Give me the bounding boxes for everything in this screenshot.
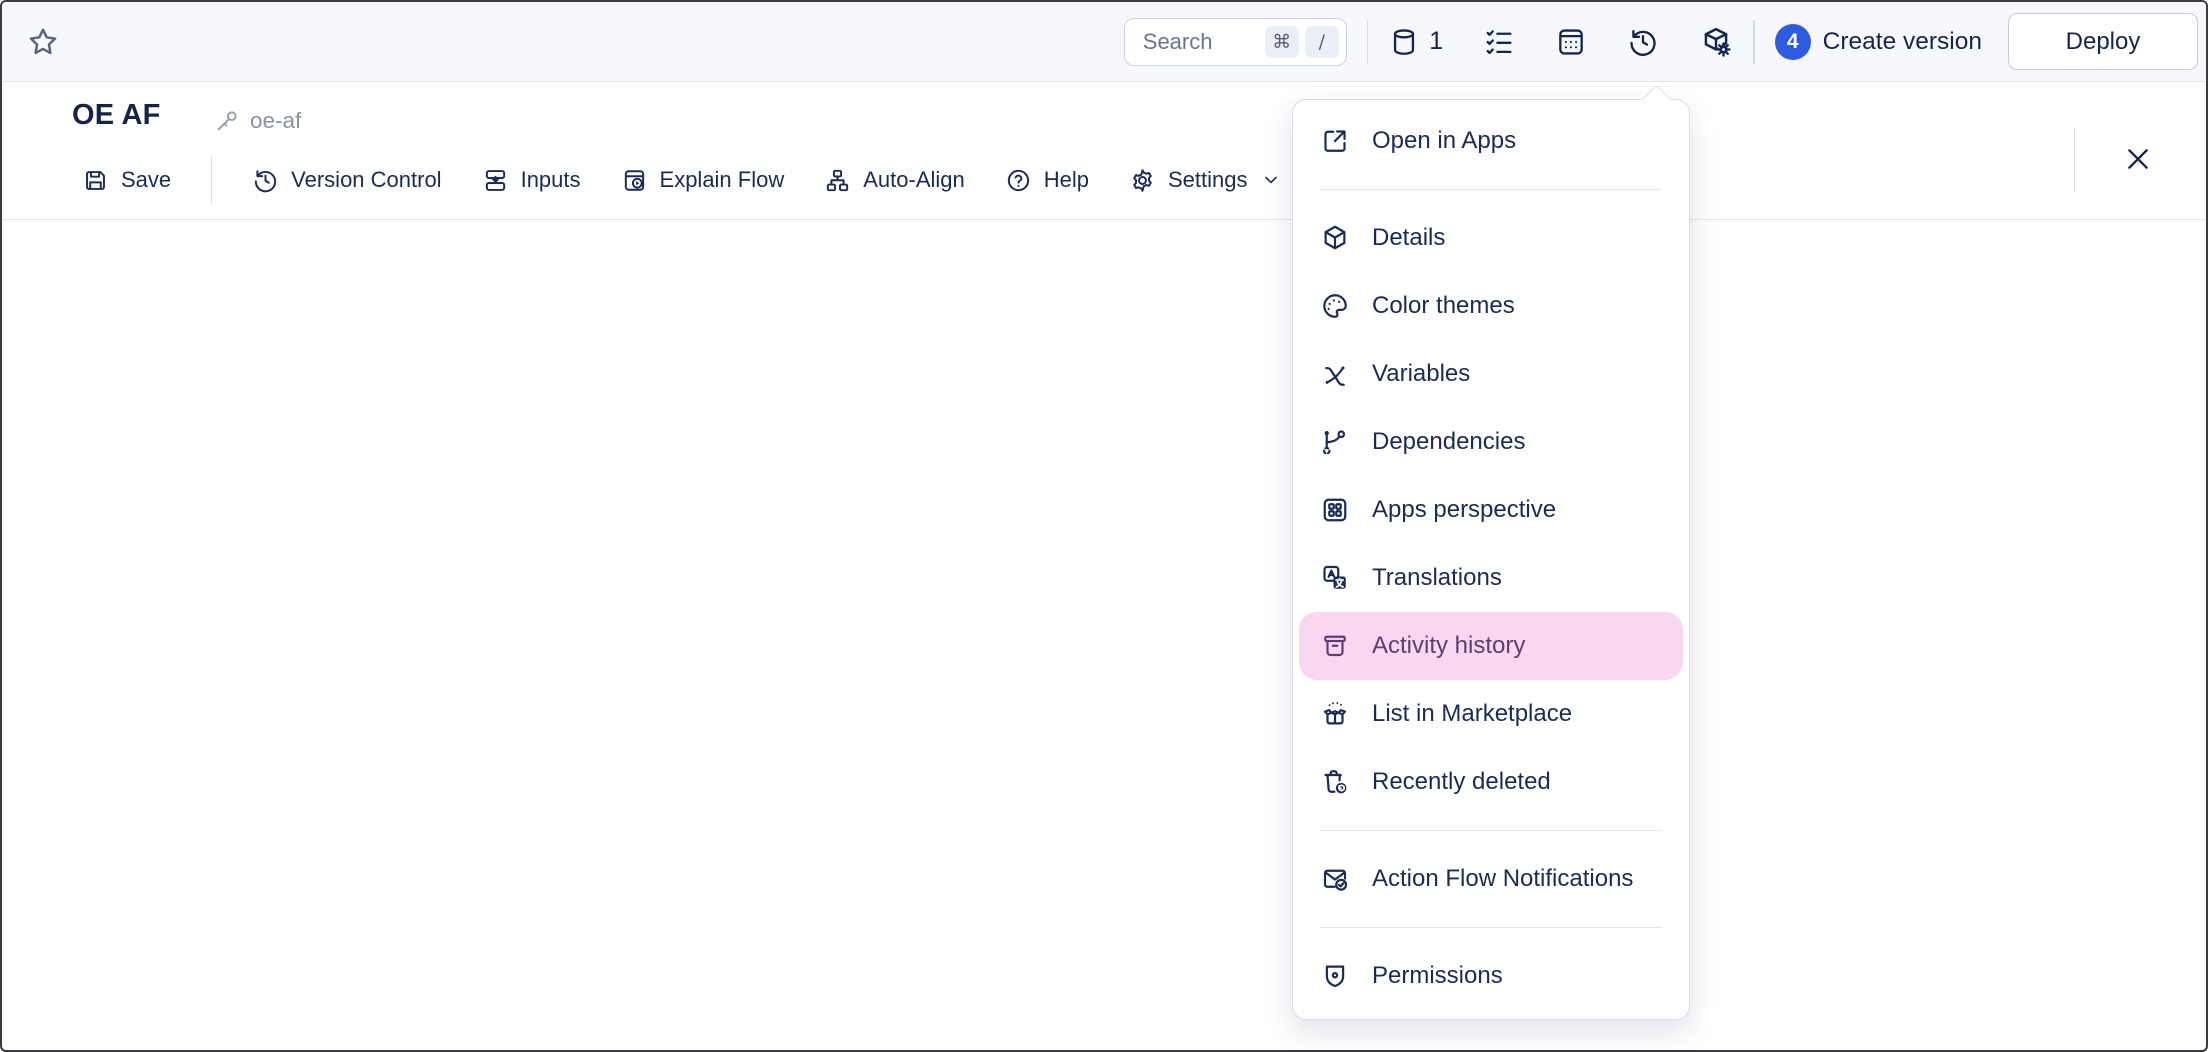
deploy-button[interactable]: Deploy	[2008, 13, 2198, 70]
menu-item-label: Color themes	[1372, 292, 1515, 320]
cube-gear-icon	[1699, 25, 1733, 59]
settings-dropdown-menu: Open in Apps Details Color themes	[1292, 99, 1690, 1020]
archive-box-icon	[1320, 631, 1350, 661]
menu-item-label: Variables	[1372, 360, 1470, 388]
toolbar-divider	[211, 157, 212, 203]
menu-item-label: Details	[1372, 224, 1445, 252]
topbar-divider	[1367, 20, 1369, 64]
create-version-label: Create version	[1823, 28, 1982, 56]
top-bar-right: ⌘ / 1	[1124, 13, 2200, 70]
shortcut-slash-badge: /	[1305, 26, 1339, 58]
menu-divider	[1320, 927, 1662, 928]
flow-header: OE AF oe-af Save	[2, 83, 2206, 220]
save-button[interactable]: Save	[82, 167, 171, 194]
menu-item-label: List in Marketplace	[1372, 700, 1572, 728]
database-count-button[interactable]: 1	[1388, 26, 1443, 58]
cube-icon	[1320, 223, 1350, 253]
variables-icon	[1320, 359, 1350, 389]
menu-item-activity-history[interactable]: Activity history	[1299, 612, 1683, 680]
menu-item-label: Apps perspective	[1372, 496, 1556, 524]
history-button[interactable]	[1627, 26, 1659, 58]
help-button[interactable]: Help	[1005, 167, 1089, 194]
menu-item-recently-deleted[interactable]: Recently deleted	[1293, 748, 1689, 816]
dependencies-icon	[1320, 427, 1350, 457]
help-icon	[1005, 167, 1032, 194]
database-count: 1	[1429, 27, 1443, 56]
mail-check-icon	[1320, 864, 1350, 894]
palette-icon	[1320, 291, 1350, 321]
menu-item-label: Activity history	[1372, 632, 1525, 660]
app-settings-button[interactable]	[1699, 25, 1733, 59]
settings-label: Settings	[1168, 167, 1248, 193]
external-link-icon	[1320, 126, 1350, 156]
shield-icon	[1320, 961, 1350, 991]
menu-divider	[1320, 830, 1662, 831]
history-clock-icon	[1627, 26, 1659, 58]
chevron-down-icon	[1260, 169, 1282, 191]
checklist-button[interactable]	[1483, 26, 1515, 58]
version-history-icon	[252, 167, 279, 194]
database-icon	[1388, 26, 1420, 58]
marketplace-box-icon	[1320, 699, 1350, 729]
inputs-icon	[482, 167, 509, 194]
top-bar: ⌘ / 1	[2, 2, 2206, 82]
star-icon	[26, 25, 60, 59]
menu-item-label: Recently deleted	[1372, 768, 1551, 796]
close-icon	[2122, 143, 2154, 175]
close-button[interactable]	[2122, 143, 2154, 175]
search-box[interactable]: ⌘ /	[1124, 18, 1347, 66]
menu-item-list-in-marketplace[interactable]: List in Marketplace	[1293, 680, 1689, 748]
menu-item-open-in-apps[interactable]: Open in Apps	[1293, 107, 1689, 175]
flow-slug: oe-af	[214, 107, 301, 134]
menu-item-label: Dependencies	[1372, 428, 1525, 456]
app-window: ⌘ / 1	[0, 0, 2208, 1052]
version-count-badge: 4	[1775, 24, 1811, 60]
help-label: Help	[1044, 167, 1089, 193]
version-control-label: Version Control	[291, 167, 441, 193]
favorite-star-button[interactable]	[26, 25, 60, 59]
menu-item-label: Translations	[1372, 564, 1502, 592]
calendar-icon	[1555, 26, 1587, 58]
save-label: Save	[121, 167, 171, 193]
menu-divider	[1320, 189, 1662, 190]
menu-item-permissions[interactable]: Permissions	[1293, 942, 1689, 1010]
search-input[interactable]	[1141, 28, 1259, 56]
menu-item-details[interactable]: Details	[1293, 204, 1689, 272]
topbar-icon-row: 1	[1388, 25, 1733, 59]
key-icon	[214, 107, 241, 134]
topbar-divider	[1753, 20, 1755, 64]
menu-item-dependencies[interactable]: Dependencies	[1293, 408, 1689, 476]
explain-flow-label: Explain Flow	[660, 167, 785, 193]
menu-item-label: Permissions	[1372, 962, 1503, 990]
auto-align-label: Auto-Align	[863, 167, 965, 193]
auto-align-button[interactable]: Auto-Align	[824, 167, 965, 194]
menu-item-apps-perspective[interactable]: Apps perspective	[1293, 476, 1689, 544]
explain-flow-icon	[621, 167, 648, 194]
create-version-button[interactable]: 4 Create version	[1775, 24, 1982, 60]
save-icon	[82, 167, 109, 194]
version-control-button[interactable]: Version Control	[252, 167, 441, 194]
menu-item-variables[interactable]: Variables	[1293, 340, 1689, 408]
translations-icon	[1320, 563, 1350, 593]
flow-slug-text: oe-af	[250, 108, 301, 134]
inputs-button[interactable]: Inputs	[482, 167, 581, 194]
apps-grid-icon	[1320, 495, 1350, 525]
settings-gear-icon	[1129, 167, 1156, 194]
checklist-icon	[1483, 26, 1515, 58]
auto-align-icon	[824, 167, 851, 194]
explain-flow-button[interactable]: Explain Flow	[621, 167, 785, 194]
menu-item-translations[interactable]: Translations	[1293, 544, 1689, 612]
menu-item-label: Open in Apps	[1372, 127, 1516, 155]
trash-restore-icon	[1320, 767, 1350, 797]
toolbar: Save Version Control Inputs	[82, 157, 1282, 203]
page-title: OE AF	[72, 99, 161, 132]
menu-item-color-themes[interactable]: Color themes	[1293, 272, 1689, 340]
header-divider	[2074, 127, 2075, 191]
settings-button[interactable]: Settings	[1129, 167, 1282, 194]
menu-item-action-flow-notifications[interactable]: Action Flow Notifications	[1293, 845, 1689, 913]
inputs-label: Inputs	[521, 167, 581, 193]
shortcut-command-badge: ⌘	[1265, 26, 1299, 58]
menu-item-label: Action Flow Notifications	[1372, 865, 1633, 893]
calendar-button[interactable]	[1555, 26, 1587, 58]
